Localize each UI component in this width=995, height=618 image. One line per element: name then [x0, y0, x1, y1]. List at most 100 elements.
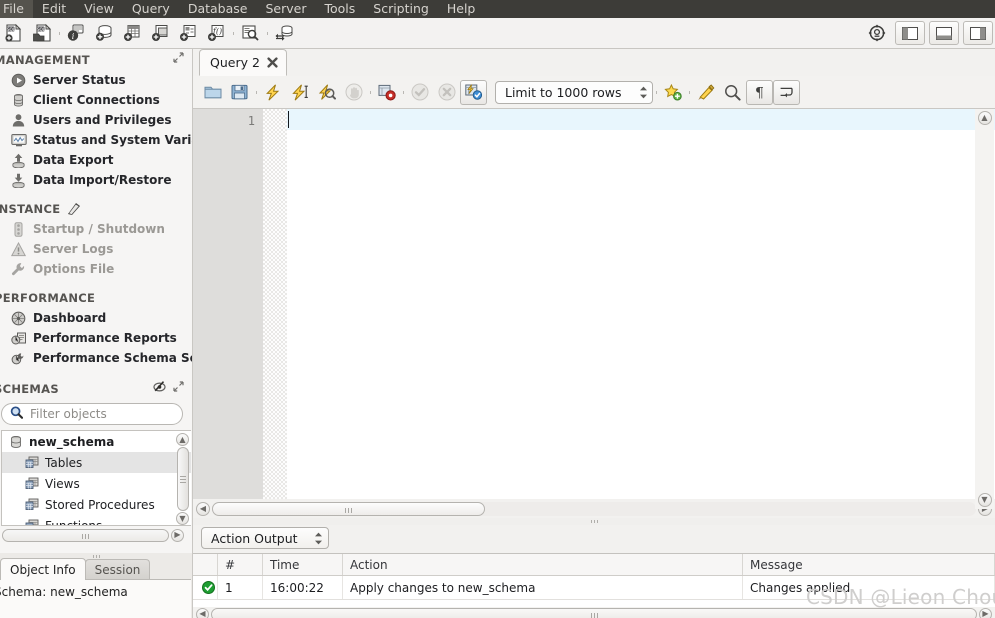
create-table-icon[interactable]	[118, 20, 146, 46]
tree-node-stored-procedures[interactable]: Stored Procedures	[2, 494, 191, 515]
reconnect-server-icon[interactable]	[270, 20, 298, 46]
sidebar-item-dashboard[interactable]: Dashboard	[0, 308, 192, 328]
toggle-word-wrap-icon[interactable]	[773, 79, 800, 105]
execute-statement-icon[interactable]	[259, 80, 286, 105]
section-header-schemas[interactable]: SCHEMAS	[0, 378, 192, 399]
scroll-right-icon[interactable]: ▶	[171, 528, 184, 542]
column-header-message[interactable]: Message	[743, 554, 995, 575]
scrollbar-thumb[interactable]	[176, 447, 189, 511]
editor-horizontal-scrollbar[interactable]: ◀ ▶	[193, 499, 995, 518]
spinner-icon[interactable]	[639, 86, 648, 99]
menu-item-database[interactable]: Database	[179, 0, 257, 18]
create-procedure-icon[interactable]	[174, 20, 202, 46]
scroll-left-icon[interactable]: ◀	[196, 607, 209, 618]
tree-node-views[interactable]: Views	[2, 473, 191, 494]
create-view-icon[interactable]	[146, 20, 174, 46]
row-limit-select[interactable]: Limit to 1000 rows	[495, 80, 653, 104]
rollback-transaction-icon[interactable]	[433, 80, 460, 105]
sidebar-item-performance-reports[interactable]: Performance Reports	[0, 328, 192, 348]
save-script-icon[interactable]	[226, 80, 253, 105]
editor-vertical-scrollbar[interactable]: ▲ ▼	[975, 109, 994, 509]
scrollbar-thumb[interactable]	[2, 528, 169, 542]
scroll-right-icon[interactable]: ▶	[979, 607, 992, 618]
filter-objects-box[interactable]	[1, 403, 183, 425]
toggle-invisible-chars-icon[interactable]: ¶	[746, 79, 773, 105]
toggle-sidebar-icon[interactable]	[895, 21, 925, 45]
sidebar-item-data-export[interactable]: Data Export	[0, 150, 192, 170]
menu-item-query[interactable]: Query	[123, 0, 179, 18]
expand-icon[interactable]	[173, 52, 184, 66]
editor-output-splitter[interactable]	[193, 518, 995, 525]
tree-node-functions[interactable]: Functions	[2, 515, 191, 525]
sidebar-item-client-connections[interactable]: Client Connections	[0, 90, 192, 110]
toggle-autocommit-icon[interactable]	[460, 79, 487, 105]
tab-object-info[interactable]: Object Info	[0, 558, 86, 580]
stop-execution-icon[interactable]	[340, 80, 367, 105]
beautify-query-icon[interactable]	[692, 80, 719, 105]
tab-session[interactable]: Session	[84, 559, 151, 580]
menu-item-file[interactable]: File	[0, 0, 33, 18]
scrollbar-track[interactable]	[977, 127, 992, 491]
menu-item-scripting[interactable]: Scripting	[364, 0, 438, 18]
sidebar-item-users-and-privileges[interactable]: Users and Privileges	[0, 110, 192, 130]
close-icon[interactable]	[267, 57, 278, 68]
schema-tree-horizontal-scrollbar[interactable]: ▶	[2, 528, 184, 542]
sidebar-item-options-file[interactable]: Options File	[0, 259, 192, 279]
sidebar-item-status-and-system-variables[interactable]: Status and System Variables	[0, 130, 192, 150]
output-horizontal-scrollbar[interactable]: ◀ ▶	[193, 607, 995, 618]
scroll-up-icon[interactable]: ▲	[176, 433, 189, 446]
menu-item-help[interactable]: Help	[438, 0, 485, 18]
table-row[interactable]: 1 16:00:22 Apply changes to new_schema C…	[193, 576, 995, 600]
sidebar-item-performance-schema-setup[interactable]: Performance Schema Setup	[0, 348, 192, 368]
menu-item-edit[interactable]: Edit	[33, 0, 75, 18]
sidebar-item-server-logs[interactable]: Server Logs	[0, 239, 192, 259]
commit-transaction-icon[interactable]	[406, 80, 433, 105]
menu-item-server[interactable]: Server	[256, 0, 315, 18]
toggle-secondary-sidebar-icon[interactable]	[963, 21, 993, 45]
tree-node-tables[interactable]: Tables	[2, 452, 191, 473]
explain-statement-icon[interactable]	[313, 80, 340, 105]
scroll-up-icon[interactable]: ▲	[977, 111, 992, 125]
scroll-down-icon[interactable]: ▼	[176, 512, 189, 525]
scroll-left-icon[interactable]: ◀	[196, 501, 210, 516]
server-info-icon[interactable]: i	[62, 20, 90, 46]
tree-node-new-schema[interactable]: new_schema	[2, 431, 191, 452]
scrollbar-thumb[interactable]	[212, 501, 485, 516]
section-header-performance[interactable]: PERFORMANCE	[0, 287, 192, 308]
scrollbar-track[interactable]	[212, 501, 976, 516]
sidebar-item-startup-shutdown[interactable]: Startup / Shutdown	[0, 219, 192, 239]
create-schema-icon[interactable]	[90, 20, 118, 46]
spinner-icon[interactable]	[314, 532, 323, 545]
section-header-management[interactable]: MANAGEMENT	[0, 49, 192, 70]
new-sql-tab-icon[interactable]: SQL	[0, 20, 28, 46]
toggle-stop-on-error-icon[interactable]	[373, 80, 400, 105]
execute-current-statement-icon[interactable]	[286, 80, 313, 105]
scrollbar-thumb[interactable]	[211, 607, 977, 618]
schema-tree-vertical-scrollbar[interactable]: ▲ ▼	[176, 433, 189, 525]
column-header-time[interactable]: Time	[263, 554, 343, 575]
create-function-icon[interactable]: f()	[202, 20, 230, 46]
open-sql-script-icon[interactable]: SQL	[28, 20, 56, 46]
column-header-status[interactable]	[193, 554, 218, 575]
editor-empty-area[interactable]	[287, 130, 995, 499]
section-header-instance[interactable]: INSTANCE	[0, 198, 192, 219]
sidebar-item-data-import-restore[interactable]: Data Import/Restore	[0, 170, 192, 190]
menu-item-view[interactable]: View	[75, 0, 123, 18]
output-type-select[interactable]: Action Output	[201, 527, 329, 549]
refresh-icon[interactable]	[153, 381, 166, 395]
open-script-icon[interactable]	[199, 80, 226, 105]
sidebar-item-server-status[interactable]: Server Status	[0, 70, 192, 90]
menu-item-tools[interactable]: Tools	[315, 0, 364, 18]
toggle-output-icon[interactable]	[929, 21, 959, 45]
sql-text-editor[interactable]: 1	[193, 109, 995, 499]
tab-query-2[interactable]: Query 2	[199, 49, 287, 76]
admin-target-icon[interactable]	[863, 20, 891, 46]
save-snippet-icon[interactable]	[659, 80, 686, 105]
column-header-number[interactable]: #	[218, 554, 263, 575]
scroll-down-icon[interactable]: ▼	[977, 493, 992, 507]
search-input[interactable]	[28, 406, 174, 422]
expand-icon[interactable]	[173, 381, 184, 395]
find-icon[interactable]	[719, 80, 746, 105]
column-header-action[interactable]: Action	[343, 554, 743, 575]
inspect-schema-icon[interactable]	[236, 20, 264, 46]
